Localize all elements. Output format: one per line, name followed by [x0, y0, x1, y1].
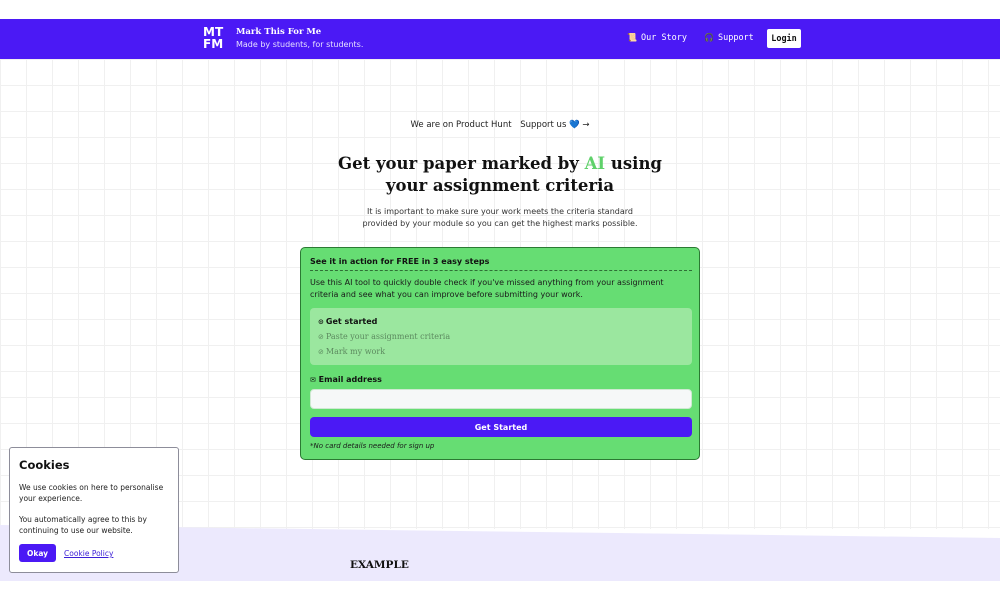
- heart-icon: 💙: [569, 120, 580, 130]
- hero-title-part1: Get your paper marked by: [338, 154, 585, 173]
- nav-support-label: Support: [717, 33, 754, 43]
- step-get-started: ⊙ Get started: [318, 317, 377, 326]
- cookie-text-1: We use cookies on here to personalise yo…: [19, 483, 164, 503]
- nav-our-story-label: Our Story: [640, 33, 688, 43]
- product-hunt-support-link[interactable]: Support us 💙 →: [520, 120, 589, 130]
- step-2-label: Paste your assignment criteria: [325, 332, 451, 341]
- get-started-button[interactable]: Get Started: [310, 417, 692, 437]
- step-active-icon: ⊙: [318, 318, 324, 326]
- step-mark-work: ⊘ Mark my work: [318, 347, 385, 356]
- envelope-icon: ✉: [310, 376, 316, 384]
- hero-title-part2: using: [605, 154, 662, 173]
- arrow-right-icon: →: [582, 120, 590, 130]
- cookie-text-2: You automatically agree to this by conti…: [19, 515, 147, 535]
- top-strip: [0, 0, 1000, 19]
- nav-our-story[interactable]: 📜 Our Story: [627, 33, 687, 43]
- step-3-label: Mark my work: [325, 347, 386, 356]
- email-input[interactable]: [310, 389, 692, 409]
- product-hunt-text: We are on Product Hunt: [410, 120, 512, 130]
- nav-support[interactable]: 🎧 Support: [704, 33, 754, 43]
- logo-line-2: FM: [203, 37, 224, 51]
- support-us-label: Support us: [520, 120, 567, 130]
- no-card-note: *No card details needed for sign up: [310, 442, 435, 450]
- bottom-strip: [0, 581, 1000, 600]
- logo[interactable]: MT FM: [203, 26, 227, 50]
- step-1-label: Get started: [325, 317, 378, 326]
- product-hunt-banner: We are on Product Hunt Support us 💙 →: [0, 120, 1000, 130]
- hero-subtitle: It is important to make sure your work m…: [0, 206, 1000, 230]
- signup-card: See it in action for FREE in 3 easy step…: [300, 247, 700, 460]
- cookie-banner: Cookies We use cookies on here to person…: [9, 447, 179, 573]
- hero-title-ai: AI: [584, 154, 606, 173]
- hero-title-line2: your assignment criteria: [385, 176, 615, 195]
- scroll-icon: 📜: [627, 33, 637, 42]
- step-pending-icon: ⊘: [318, 348, 324, 356]
- step-pending-icon: ⊘: [318, 333, 324, 341]
- brand-title[interactable]: Mark This For Me: [236, 27, 321, 37]
- hero-subtitle-line2: provided by your module so you can get t…: [362, 219, 638, 228]
- login-button[interactable]: Login: [767, 29, 801, 48]
- hero-subtitle-line1: It is important to make sure your work m…: [367, 207, 633, 216]
- brand-subtitle: Made by students, for students.: [236, 40, 364, 49]
- cookie-policy-link[interactable]: Cookie Policy: [64, 549, 113, 558]
- card-heading: See it in action for FREE in 3 easy step…: [310, 257, 692, 271]
- hero-title: Get your paper marked by AI using your a…: [0, 153, 1000, 197]
- cookie-title: Cookies: [19, 458, 70, 472]
- card-description: Use this AI tool to quickly double check…: [310, 278, 664, 299]
- email-label-text: Email address: [318, 375, 382, 384]
- example-heading: EXAMPLE: [350, 559, 409, 571]
- headphones-icon: 🎧: [704, 33, 714, 42]
- email-label: ✉ Email address: [310, 375, 382, 384]
- navbar: MT FM Mark This For Me Made by students,…: [0, 19, 1000, 59]
- cookie-okay-button[interactable]: Okay: [19, 544, 56, 562]
- step-paste-criteria: ⊘ Paste your assignment criteria: [318, 332, 450, 341]
- steps-panel: ⊙ Get started ⊘ Paste your assignment crit…: [310, 308, 692, 365]
